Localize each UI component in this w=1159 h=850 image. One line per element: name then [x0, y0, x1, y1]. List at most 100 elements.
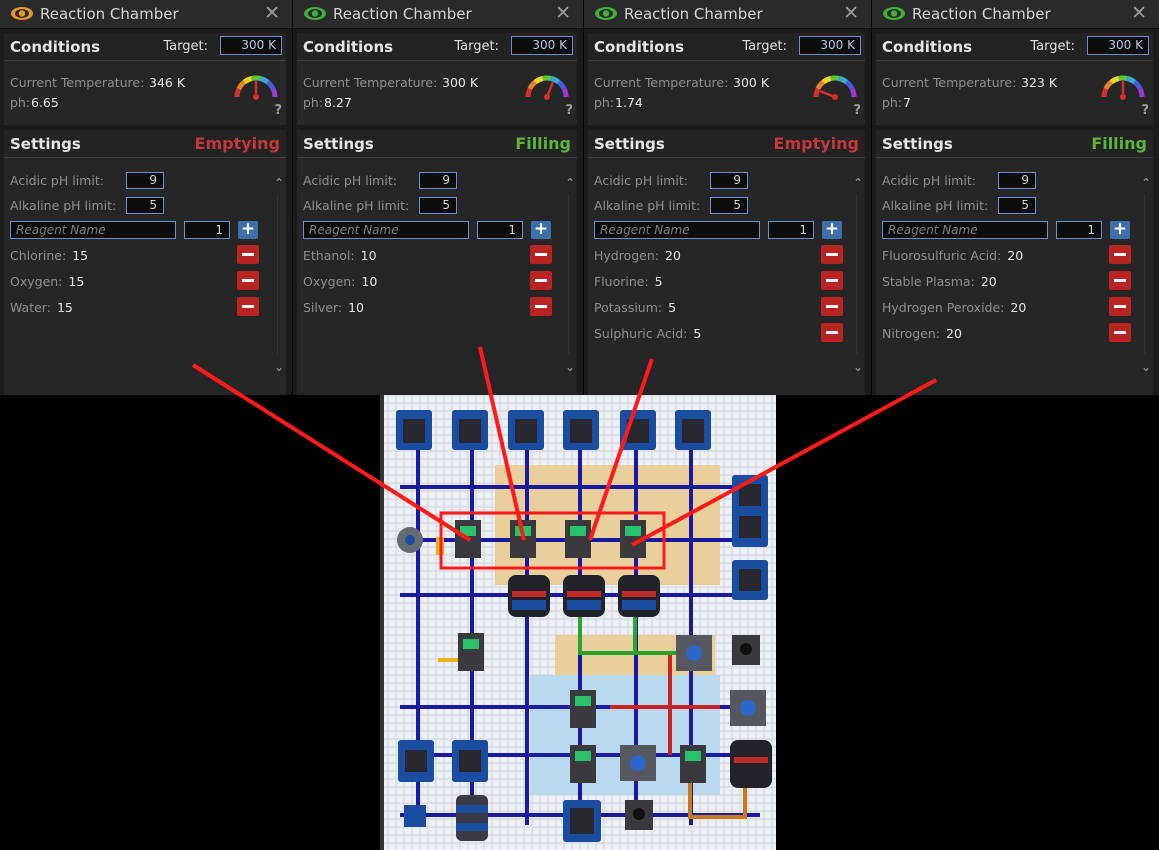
remove-reagent-button[interactable]: [821, 323, 843, 342]
remove-reagent-button[interactable]: [237, 297, 259, 316]
scroll-down-icon[interactable]: ⌄: [1141, 360, 1151, 374]
reagent-name: Oxygen:: [303, 274, 356, 289]
scrollbar[interactable]: [277, 194, 278, 354]
reagent-name: Nitrogen:: [882, 326, 940, 341]
reagent-name-input[interactable]: Reagent Name: [882, 221, 1048, 239]
remove-reagent-button[interactable]: [821, 245, 843, 264]
panel-titlebar[interactable]: Reaction Chamber ✕: [872, 0, 1159, 29]
remove-reagent-button[interactable]: [530, 297, 552, 316]
close-icon[interactable]: ✕: [555, 2, 571, 24]
eye-icon[interactable]: [882, 6, 906, 21]
close-icon[interactable]: ✕: [264, 2, 280, 24]
add-reagent-button[interactable]: +: [238, 221, 258, 239]
add-reagent-button[interactable]: +: [1110, 221, 1130, 239]
remove-reagent-button[interactable]: [237, 271, 259, 290]
settings-title: Settings: [10, 135, 81, 153]
reagent-name: Chlorine:: [10, 248, 67, 263]
acidic-ph-limit-input[interactable]: 9: [419, 172, 457, 189]
status-label: Emptying: [194, 134, 280, 153]
acidic-ph-limit-input[interactable]: 9: [710, 172, 748, 189]
acidic-ph-limit-label: Acidic pH limit:: [10, 173, 104, 188]
alkaline-ph-limit-input[interactable]: 5: [419, 197, 457, 214]
current-temperature-value: 323 K: [1021, 75, 1058, 90]
scrollbar[interactable]: [1144, 194, 1145, 354]
target-temperature-input[interactable]: 300 K: [1087, 36, 1149, 55]
remove-reagent-button[interactable]: [530, 245, 552, 264]
current-temperature-label: Current Temperature:: [882, 75, 1017, 90]
target-label: Target:: [742, 39, 787, 54]
reagent-amount: 20: [980, 274, 997, 289]
conditions-section: Conditions Target: 300 K Current Tempera…: [588, 33, 865, 125]
help-icon[interactable]: ?: [853, 103, 861, 118]
scrollbar[interactable]: [568, 194, 569, 354]
scrollbar[interactable]: [856, 194, 857, 354]
alkaline-ph-limit-input[interactable]: 5: [998, 197, 1036, 214]
station-map: [380, 395, 776, 850]
scroll-up-icon[interactable]: ⌃: [853, 176, 863, 190]
ph-value: 6.65: [31, 95, 59, 110]
add-reagent-button[interactable]: +: [531, 221, 551, 239]
reagent-amount-input[interactable]: 1: [768, 221, 814, 239]
settings-title: Settings: [882, 135, 953, 153]
remove-reagent-button[interactable]: [237, 245, 259, 264]
scroll-up-icon[interactable]: ⌃: [274, 176, 284, 190]
reagent-amount-input[interactable]: 1: [477, 221, 523, 239]
alkaline-ph-limit-input[interactable]: 5: [126, 197, 164, 214]
close-icon[interactable]: ✕: [843, 2, 859, 24]
reagent-row: Oxygen: 10: [303, 274, 377, 289]
reagent-amount-input[interactable]: 1: [184, 221, 230, 239]
conditions-section: Conditions Target: 300 K Current Tempera…: [4, 33, 286, 125]
target-temperature-input[interactable]: 300 K: [220, 36, 282, 55]
acidic-ph-limit-input[interactable]: 9: [126, 172, 164, 189]
reagent-amount: 20: [946, 326, 962, 341]
alkaline-ph-limit-input[interactable]: 5: [710, 197, 748, 214]
help-icon[interactable]: ?: [1141, 103, 1149, 118]
panel-titlebar[interactable]: Reaction Chamber ✕: [584, 0, 871, 29]
panel-title: Reaction Chamber: [912, 5, 1051, 23]
reagent-name-input[interactable]: Reagent Name: [303, 221, 469, 239]
target-temperature-input[interactable]: 300 K: [511, 36, 573, 55]
add-reagent-button[interactable]: +: [822, 221, 842, 239]
help-icon[interactable]: ?: [565, 103, 573, 118]
remove-reagent-button[interactable]: [1109, 297, 1131, 316]
reagent-row: Fluorine: 5: [594, 274, 663, 289]
reagent-amount-input[interactable]: 1: [1056, 221, 1102, 239]
reagent-amount: 5: [693, 326, 702, 341]
eye-icon[interactable]: [594, 6, 618, 21]
scroll-down-icon[interactable]: ⌄: [565, 360, 575, 374]
settings-header: Settings Emptying: [4, 130, 286, 158]
scroll-down-icon[interactable]: ⌄: [853, 360, 863, 374]
conditions-header: Conditions Target: 300 K: [297, 33, 577, 61]
reagent-name-input[interactable]: Reagent Name: [594, 221, 760, 239]
remove-reagent-button[interactable]: [821, 297, 843, 316]
target-label: Target:: [163, 39, 208, 54]
acidic-ph-limit-label: Acidic pH limit:: [594, 173, 688, 188]
scroll-down-icon[interactable]: ⌄: [274, 360, 284, 374]
scroll-up-icon[interactable]: ⌃: [1141, 176, 1151, 190]
eye-icon[interactable]: [303, 6, 327, 21]
remove-reagent-button[interactable]: [1109, 245, 1131, 264]
reagent-name: Silver:: [303, 300, 343, 315]
panel-titlebar[interactable]: Reaction Chamber ✕: [293, 0, 583, 29]
reaction-chamber-panel: Reaction Chamber ✕ Conditions Target: 30…: [872, 0, 1159, 395]
reagent-name-input[interactable]: Reagent Name: [10, 221, 176, 239]
remove-reagent-button[interactable]: [1109, 323, 1131, 342]
conditions-title: Conditions: [10, 38, 101, 56]
eye-icon[interactable]: [10, 6, 34, 21]
close-icon[interactable]: ✕: [1131, 2, 1147, 24]
acidic-ph-limit-input[interactable]: 9: [998, 172, 1036, 189]
settings-title: Settings: [303, 135, 374, 153]
current-temperature-label: Current Temperature:: [594, 75, 729, 90]
panel-title: Reaction Chamber: [40, 5, 179, 23]
help-icon[interactable]: ?: [274, 103, 282, 118]
ph-label: ph:: [882, 95, 903, 110]
remove-reagent-button[interactable]: [1109, 271, 1131, 290]
remove-reagent-button[interactable]: [530, 271, 552, 290]
reagent-name: Fluorine:: [594, 274, 649, 289]
panel-titlebar[interactable]: Reaction Chamber ✕: [0, 0, 292, 29]
target-temperature-input[interactable]: 300 K: [799, 36, 861, 55]
remove-reagent-button[interactable]: [821, 271, 843, 290]
status-label: Emptying: [773, 134, 859, 153]
scroll-up-icon[interactable]: ⌃: [565, 176, 575, 190]
reagent-row: Chlorine: 15: [10, 248, 88, 263]
